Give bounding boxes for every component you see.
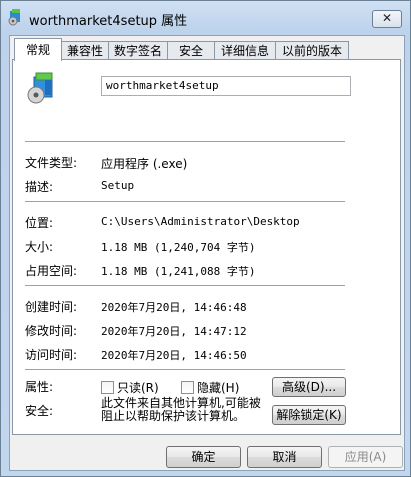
setup-file-icon xyxy=(25,70,61,106)
tab-strip: 常规 兼容性 数字签名 安全 详细信息 以前的版本 xyxy=(12,38,402,61)
size-on-disk-value: 1.18 MB (1,241,088 字节) xyxy=(101,265,256,278)
general-panel: worthmarket4setup 文件类型: 应用程序 (.exe) 描述: … xyxy=(12,59,401,435)
separator xyxy=(25,141,345,143)
attributes-label: 属性: xyxy=(25,380,54,394)
size-value: 1.18 MB (1,240,704 字节) xyxy=(101,241,256,254)
description-label: 描述: xyxy=(25,180,54,194)
tab-security[interactable]: 安全 xyxy=(167,41,215,60)
size-on-disk-label: 占用空间: xyxy=(25,264,78,278)
created-label: 创建时间: xyxy=(25,300,78,314)
cancel-button[interactable]: 取消 xyxy=(247,446,322,468)
readonly-checkbox[interactable] xyxy=(101,381,114,394)
hidden-label[interactable]: 隐藏(H) xyxy=(197,379,239,396)
separator xyxy=(25,369,345,371)
separator xyxy=(25,201,345,203)
window-title: worthmarket4setup 属性 xyxy=(29,14,188,29)
readonly-label[interactable]: 只读(R) xyxy=(117,379,159,396)
location-value: C:\Users\Administrator\Desktop xyxy=(101,215,300,228)
setup-app-icon xyxy=(7,8,25,26)
properties-window: worthmarket4setup 属性 ✕ 常规 兼容性 数字签名 安全 详细… xyxy=(0,0,411,477)
apply-button[interactable]: 应用(A) xyxy=(328,446,403,468)
file-type-value: 应用程序 (.exe) xyxy=(101,157,188,171)
hidden-checkbox[interactable] xyxy=(181,381,194,394)
unblock-button[interactable]: 解除锁定(K) xyxy=(272,405,346,425)
tab-digital-signatures[interactable]: 数字签名 xyxy=(108,41,168,60)
modified-value: 2020年7月20日, 14:47:12 xyxy=(101,325,247,338)
accessed-value: 2020年7月20日, 14:46:50 xyxy=(101,349,247,362)
created-value: 2020年7月20日, 14:46:48 xyxy=(101,301,247,314)
security-label: 安全: xyxy=(25,404,54,418)
accessed-label: 访问时间: xyxy=(25,348,78,362)
security-message: 此文件来自其他计算机,可能被阻止以帮助保护该计算机。 xyxy=(101,396,261,423)
file-name-input[interactable]: worthmarket4setup xyxy=(101,76,351,96)
title-bar[interactable]: worthmarket4setup 属性 ✕ xyxy=(1,1,410,33)
tab-previous-versions[interactable]: 以前的版本 xyxy=(275,41,349,60)
size-label: 大小: xyxy=(25,240,54,254)
location-label: 位置: xyxy=(25,216,54,230)
advanced-button[interactable]: 高级(D)... xyxy=(272,377,346,397)
separator xyxy=(25,285,345,287)
tab-general[interactable]: 常规 xyxy=(14,38,62,61)
description-value: Setup xyxy=(101,179,135,192)
close-icon: ✕ xyxy=(381,11,393,25)
dialog-client: 常规 兼容性 数字签名 安全 详细信息 以前的版本 worthmarket4se… xyxy=(9,35,405,471)
tab-details[interactable]: 详细信息 xyxy=(214,41,276,60)
close-button[interactable]: ✕ xyxy=(372,10,402,28)
file-type-label: 文件类型: xyxy=(25,156,78,170)
tab-compatibility[interactable]: 兼容性 xyxy=(61,41,109,60)
ok-button[interactable]: 确定 xyxy=(166,446,241,468)
modified-label: 修改时间: xyxy=(25,324,78,338)
